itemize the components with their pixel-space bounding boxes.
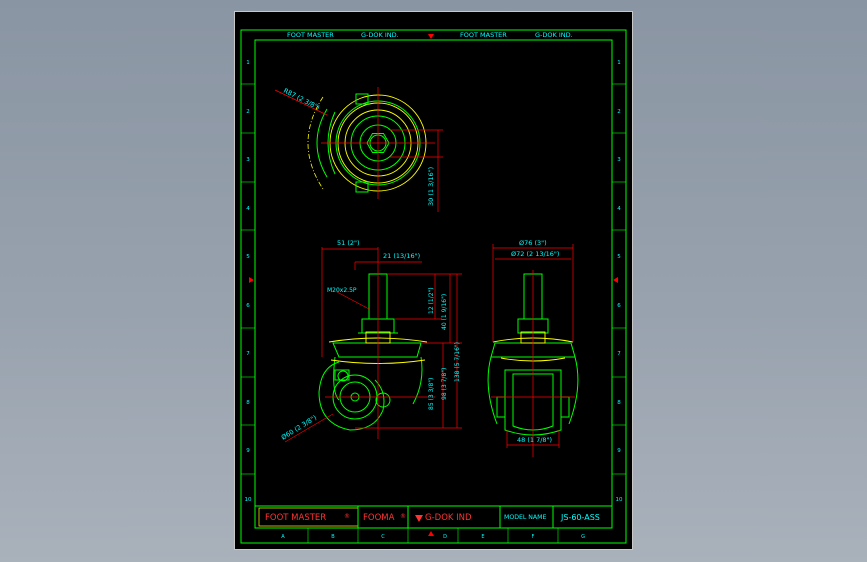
dim-height-body: 98 (3 7/8"): [441, 368, 448, 400]
row-num: 3: [246, 157, 250, 163]
row-ticks: [241, 83, 626, 475]
row-num: 6: [617, 303, 621, 309]
row-num: 4: [246, 206, 250, 212]
row-num: 5: [246, 254, 250, 260]
title-block: FOOT MASTER ® FOOMA ® G-DOK IND MODEL NA…: [254, 505, 613, 529]
outer-frame: [240, 29, 627, 544]
row-num: 8: [246, 400, 250, 406]
technical-drawing: FOOT MASTER G-DOK IND. FOOT MASTER G-DOK…: [240, 29, 627, 544]
row-num: 1: [246, 60, 250, 66]
row-num: 6: [246, 303, 250, 309]
col-letter: G: [581, 534, 585, 540]
row-num: 2: [246, 109, 250, 115]
dim-top-height: 30 (1 3/16"): [427, 167, 435, 206]
row-num: 5: [617, 254, 621, 260]
row-num: 10: [616, 497, 623, 503]
col-letter: B: [331, 534, 335, 540]
title-model-label: MODEL NAME: [504, 514, 546, 521]
row-num: 10: [245, 497, 252, 503]
row-num: 8: [617, 400, 621, 406]
bottom-center-marker: [428, 531, 434, 536]
row-num: 1: [617, 60, 621, 66]
front-view: Ø76 (3") Ø72 (2 13/16") 48 (1 7/8"): [487, 239, 579, 457]
col-letter: C: [381, 534, 385, 540]
registered-mark-2: ®: [400, 513, 406, 520]
dim-wheel-width: 48 (1 7/8"): [517, 436, 552, 444]
dim-height-wheel: 85 (3 3/8"): [428, 378, 435, 410]
header-company-1: G-DOK IND.: [361, 31, 399, 39]
left-center-marker: [249, 277, 254, 283]
top-center-marker: [428, 34, 434, 39]
col-letter: A: [281, 534, 285, 540]
row-num: 9: [617, 448, 621, 454]
dim-height-total: 138 (5 7/16"): [454, 342, 461, 382]
title-company: G-DOK IND: [425, 513, 472, 523]
header-brand-1: FOOT MASTER: [287, 31, 334, 39]
title-model-value: JS-60-ASS: [560, 513, 600, 522]
col-letter: E: [481, 534, 484, 540]
row-num: 4: [617, 206, 621, 212]
dim-stem-total: 40 (1 9/16"): [441, 294, 448, 330]
row-num: 7: [617, 351, 621, 357]
row-num: 9: [246, 448, 250, 454]
title-brand: FOOT MASTER: [265, 513, 326, 523]
side-view: 51 (2") 21 (13/16") M20x2.5P 12 (1/2") 4…: [280, 239, 462, 443]
dim-top-radius: R87 (2 3/8"): [282, 87, 321, 112]
row-num: 7: [246, 351, 250, 357]
dim-width-outer: Ø76 (3"): [519, 239, 547, 247]
inner-frame: [254, 39, 613, 529]
top-view: R87 (2 3/8") 30 (1 3/16"): [274, 87, 443, 212]
header-brand-2: FOOT MASTER: [460, 31, 507, 39]
title-brand-2: FOOMA: [363, 513, 395, 523]
dim-width-inner: Ø72 (2 13/16"): [511, 250, 559, 258]
col-letter: F: [532, 534, 535, 540]
dim-wheel-dia: Ø60 (2 3/8"): [280, 414, 318, 442]
row-numbers: 1 2 3 4 5 6 7 8 9 10 1 2 3 4 5 6 7 8 9 1…: [245, 60, 623, 503]
company-logo-icon: [415, 515, 423, 522]
dim-stem: 12 (1/2"): [428, 287, 435, 314]
dim-offset-total: 51 (2"): [337, 239, 360, 247]
dim-thread: M20x2.5P: [327, 287, 357, 294]
row-num: 2: [617, 109, 621, 115]
registered-mark-1: ®: [344, 513, 350, 520]
right-center-marker: [613, 277, 618, 283]
dim-offset-inner: 21 (13/16"): [383, 252, 420, 260]
drawing-sheet: FOOT MASTER G-DOK IND. FOOT MASTER G-DOK…: [234, 11, 633, 550]
header-company-2: G-DOK IND.: [535, 31, 573, 39]
row-num: 3: [617, 157, 621, 163]
col-letter: D: [443, 534, 447, 540]
